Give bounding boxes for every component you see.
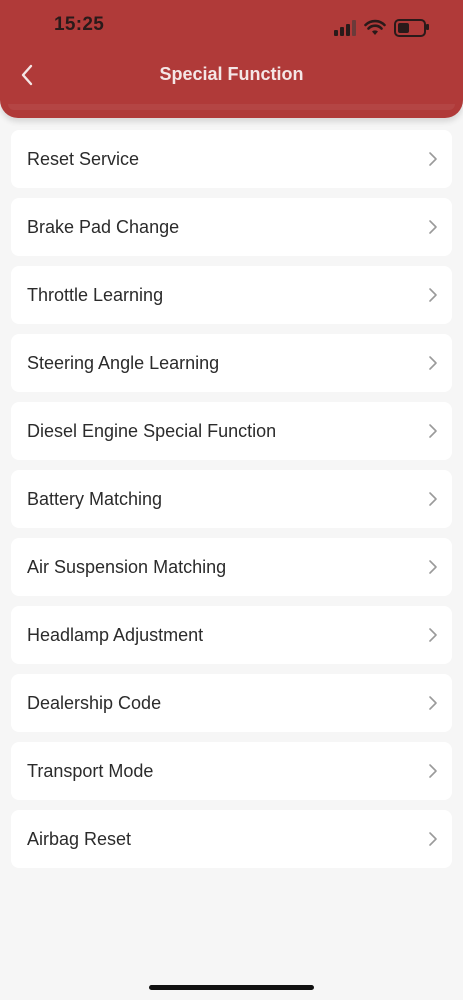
app-header: 15:25 Special Function	[0, 0, 463, 118]
header-edge	[8, 104, 455, 110]
list-item-label: Dealership Code	[27, 692, 162, 713]
cellular-signal-icon	[334, 20, 358, 36]
list-item[interactable]: Dealership Code	[11, 674, 452, 732]
list-item[interactable]: Reset Service	[11, 130, 452, 188]
list-item-label: Airbag Reset	[27, 828, 132, 849]
chevron-right-icon	[429, 696, 437, 710]
function-list: Reset Service Brake Pad Change Throttle Le…	[11, 130, 452, 878]
chevron-right-icon	[429, 628, 437, 642]
home-indicator[interactable]	[149, 985, 314, 990]
list-item-label: Headlamp Adjustment	[27, 624, 204, 645]
battery-level	[398, 23, 409, 33]
chevron-right-icon	[429, 152, 437, 166]
list-item[interactable]: Throttle Learning	[11, 266, 452, 324]
list-item-label: Reset Service	[27, 148, 140, 169]
page-title: Special Function	[159, 64, 304, 84]
chevron-right-icon	[429, 560, 437, 574]
chevron-right-icon	[429, 764, 437, 778]
battery-tip	[426, 24, 429, 30]
list-item[interactable]: Battery Matching	[11, 470, 452, 528]
list-item[interactable]: Air Suspension Matching	[11, 538, 452, 596]
status-icons	[330, 16, 440, 40]
battery-icon	[394, 19, 426, 37]
list-item[interactable]: Headlamp Adjustment	[11, 606, 452, 664]
chevron-right-icon	[429, 356, 437, 370]
list-item[interactable]: Airbag Reset	[11, 810, 452, 868]
list-item-label: Brake Pad Change	[27, 216, 180, 237]
list-item-label: Diesel Engine Special Function	[27, 420, 277, 441]
list-item-label: Throttle Learning	[27, 284, 164, 305]
status-time: 15:25	[54, 14, 105, 35]
chevron-right-icon	[429, 832, 437, 846]
chevron-right-icon	[429, 288, 437, 302]
chevron-right-icon	[429, 220, 437, 234]
wifi-icon	[364, 19, 386, 35]
list-item[interactable]: Transport Mode	[11, 742, 452, 800]
list-item[interactable]: Steering Angle Learning	[11, 334, 452, 392]
list-item-label: Transport Mode	[27, 760, 154, 781]
list-item-label: Steering Angle Learning	[27, 352, 220, 373]
chevron-right-icon	[429, 424, 437, 438]
list-item[interactable]: Brake Pad Change	[11, 198, 452, 256]
list-item-label: Battery Matching	[27, 488, 163, 509]
list-item-label: Air Suspension Matching	[27, 556, 227, 577]
chevron-right-icon	[429, 492, 437, 506]
list-item[interactable]: Diesel Engine Special Function	[11, 402, 452, 460]
